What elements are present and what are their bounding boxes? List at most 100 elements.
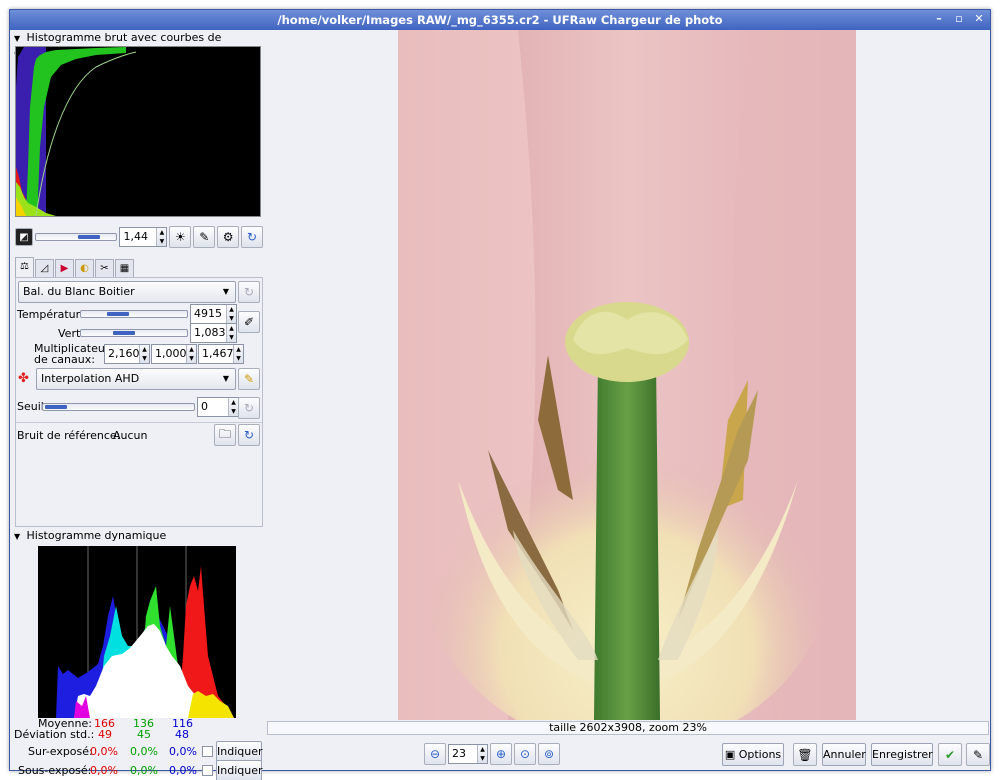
multiplier-green-spinner[interactable]: 1,000 ▲ ▼ (151, 344, 197, 364)
std-red: 49 (98, 728, 112, 741)
overexposed-label: Sur-exposé: (28, 745, 93, 758)
raw-histogram-expander[interactable]: ▼ Histogramme brut avec courbes de conve… (14, 31, 264, 59)
zoom-value[interactable]: 23 (449, 745, 477, 763)
white-balance-value: Bal. du Blanc Boitier (23, 285, 135, 298)
dropdown-arrow-icon: ▼ (222, 374, 230, 383)
temperature-spinner[interactable]: 4915 ▲ ▼ (190, 304, 237, 324)
status-text: taille 2602x3908, zoom 23% (549, 721, 707, 734)
minimize-icon[interactable]: – (932, 12, 946, 26)
bottom-toolbar: ⊖ 23 ▲ ▼ ⊕ ⊙ ⊚ ▣ Options 🗑 Annuler Enregi… (267, 740, 990, 768)
threshold-slider[interactable] (42, 403, 195, 411)
open-dark-frame-icon[interactable]: 🗀 (214, 424, 236, 446)
green-value[interactable]: 1,083 (191, 324, 226, 342)
cancel-button[interactable]: Annuler (822, 743, 866, 766)
green-slider[interactable] (80, 329, 188, 337)
raw-histogram-graph (16, 47, 260, 217)
expand-arrow-icon: ▼ (14, 532, 21, 541)
std-label: Déviation std.: (14, 728, 95, 741)
temperature-slider-knob[interactable] (107, 312, 129, 316)
left-panel: ▼ Histogramme brut avec courbes de conve… (12, 31, 264, 780)
std-green: 45 (137, 728, 151, 741)
tab-crop[interactable]: ✂ (95, 259, 114, 277)
exposure-value[interactable]: 1,44 (120, 228, 156, 246)
window-title: /home/volker/Images RAW/_mg_6355.cr2 - U… (277, 13, 723, 27)
multiplier-red-spinner[interactable]: 2,160 ▲ ▼ (104, 344, 150, 364)
overexposed-red: 0,0% (90, 745, 118, 758)
exposure-slider-knob[interactable] (77, 235, 100, 239)
save-as-icon[interactable]: ✔ (938, 743, 962, 766)
overexposed-green: 0,0% (130, 745, 158, 758)
underexposed-red: 0,0% (90, 764, 118, 777)
tab-base[interactable]: ⚖ (15, 257, 34, 277)
send-to-gimp-icon[interactable]: ✎ (966, 743, 990, 766)
multiplier-red-value[interactable]: 2,160 (105, 345, 140, 363)
zoom-spinner[interactable]: 23 ▲ ▼ (448, 744, 488, 764)
tab-exif[interactable]: ▦ (115, 259, 134, 277)
close-icon[interactable]: ✕ (972, 12, 986, 26)
zoom-fit-icon[interactable]: ⊙ (514, 743, 536, 765)
multiplier-green-value[interactable]: 1,000 (152, 345, 187, 363)
reset-exposure-icon[interactable]: ↻ (241, 226, 264, 248)
reset-threshold-icon[interactable]: ↻ (238, 397, 260, 419)
options-label: Options (738, 748, 782, 761)
spin-arrows-icon[interactable]: ▲ ▼ (139, 345, 149, 363)
restore-details-icon[interactable]: ✎ (193, 226, 216, 248)
interpolation-select[interactable]: Interpolation AHD ▼ (36, 368, 236, 390)
reset-white-balance-icon[interactable]: ↻ (238, 281, 260, 303)
multiplier-blue-value[interactable]: 1,467 (199, 345, 234, 363)
spin-arrows-icon[interactable]: ▲ ▼ (226, 324, 236, 342)
dropdown-arrow-icon: ▼ (222, 287, 230, 296)
zoom-100-icon[interactable]: ⊚ (538, 743, 560, 765)
interpolation-value: Interpolation AHD (41, 372, 140, 385)
underexposed-blue: 0,0% (169, 764, 197, 777)
interpolation-icon: ✤ (18, 371, 29, 386)
multipliers-label: Multiplicateurs de canaux: (34, 343, 115, 365)
auto-exposure-icon[interactable]: ☀ (169, 226, 192, 248)
indicate-overexposed-button[interactable]: Indiquer (216, 741, 263, 762)
tulip-photo (398, 30, 856, 720)
temperature-slider[interactable] (80, 310, 188, 318)
white-balance-select[interactable]: Bal. du Blanc Boitier ▼ (18, 281, 236, 303)
spin-arrows-icon[interactable]: ▲ ▼ (156, 228, 167, 246)
reset-dark-frame-icon[interactable]: ↻ (238, 424, 260, 446)
pick-white-balance-icon[interactable]: ✐ (238, 311, 260, 333)
threshold-spinner[interactable]: 0 ▲ ▼ (197, 397, 239, 417)
threshold-value[interactable]: 0 (198, 398, 228, 416)
threshold-slider-knob[interactable] (45, 405, 67, 409)
overexposed-checkbox[interactable] (202, 746, 213, 757)
exposure-spinner[interactable]: 1,44 ▲ ▼ (119, 227, 168, 247)
zoom-in-icon[interactable]: ⊕ (490, 743, 512, 765)
threshold-label: Seuil (17, 400, 44, 413)
spin-arrows-icon[interactable]: ▲ ▼ (228, 398, 238, 416)
green-slider-knob[interactable] (113, 331, 135, 335)
options-button[interactable]: ▣ Options (722, 743, 784, 766)
clip-highlights-icon[interactable]: ⚙ (217, 226, 240, 248)
smoothing-icon[interactable]: ✎ (238, 368, 260, 390)
exposure-slider[interactable] (34, 233, 118, 241)
green-spinner[interactable]: 1,083 ▲ ▼ (190, 323, 237, 343)
ufraw-window: /home/volker/Images RAW/_mg_6355.cr2 - U… (9, 9, 991, 780)
temperature-value[interactable]: 4915 (191, 305, 226, 323)
tab-color[interactable]: ▶ (55, 259, 74, 277)
indicate-underexposed-button[interactable]: Indiquer (216, 760, 263, 780)
spin-arrows-icon[interactable]: ▲ ▼ (226, 305, 236, 323)
save-button[interactable]: Enregistrer (871, 743, 933, 766)
base-settings-panel: Bal. du Blanc Boitier ▼ ↻ Température 49… (15, 277, 263, 527)
delete-icon[interactable]: 🗑 (793, 743, 817, 766)
dynamic-histogram-expander[interactable]: ▼ Histogramme dynamique (14, 529, 166, 543)
dynamic-histogram-title: Histogramme dynamique (26, 529, 167, 542)
spin-arrows-icon[interactable]: ▲ ▼ (477, 745, 487, 763)
tab-lightness[interactable]: ◐ (75, 259, 94, 277)
underexposed-label: Sous-exposé: (18, 764, 92, 777)
spin-arrows-icon[interactable]: ▲ ▼ (233, 345, 243, 363)
zoom-out-icon[interactable]: ⊖ (424, 743, 446, 765)
maximize-icon[interactable]: ▫ (952, 12, 966, 26)
tab-curve[interactable]: ◿ (35, 259, 54, 277)
underexposed-checkbox[interactable] (202, 765, 213, 776)
overexposed-blue: 0,0% (169, 745, 197, 758)
photo-preview[interactable] (398, 30, 856, 720)
raw-histogram (15, 46, 261, 217)
multiplier-blue-spinner[interactable]: 1,467 ▲ ▼ (198, 344, 244, 364)
exposure-row: ◩ 1,44 ▲ ▼ ☀ ✎ ⚙ ↻ (15, 225, 264, 249)
spin-arrows-icon[interactable]: ▲ ▼ (186, 345, 196, 363)
